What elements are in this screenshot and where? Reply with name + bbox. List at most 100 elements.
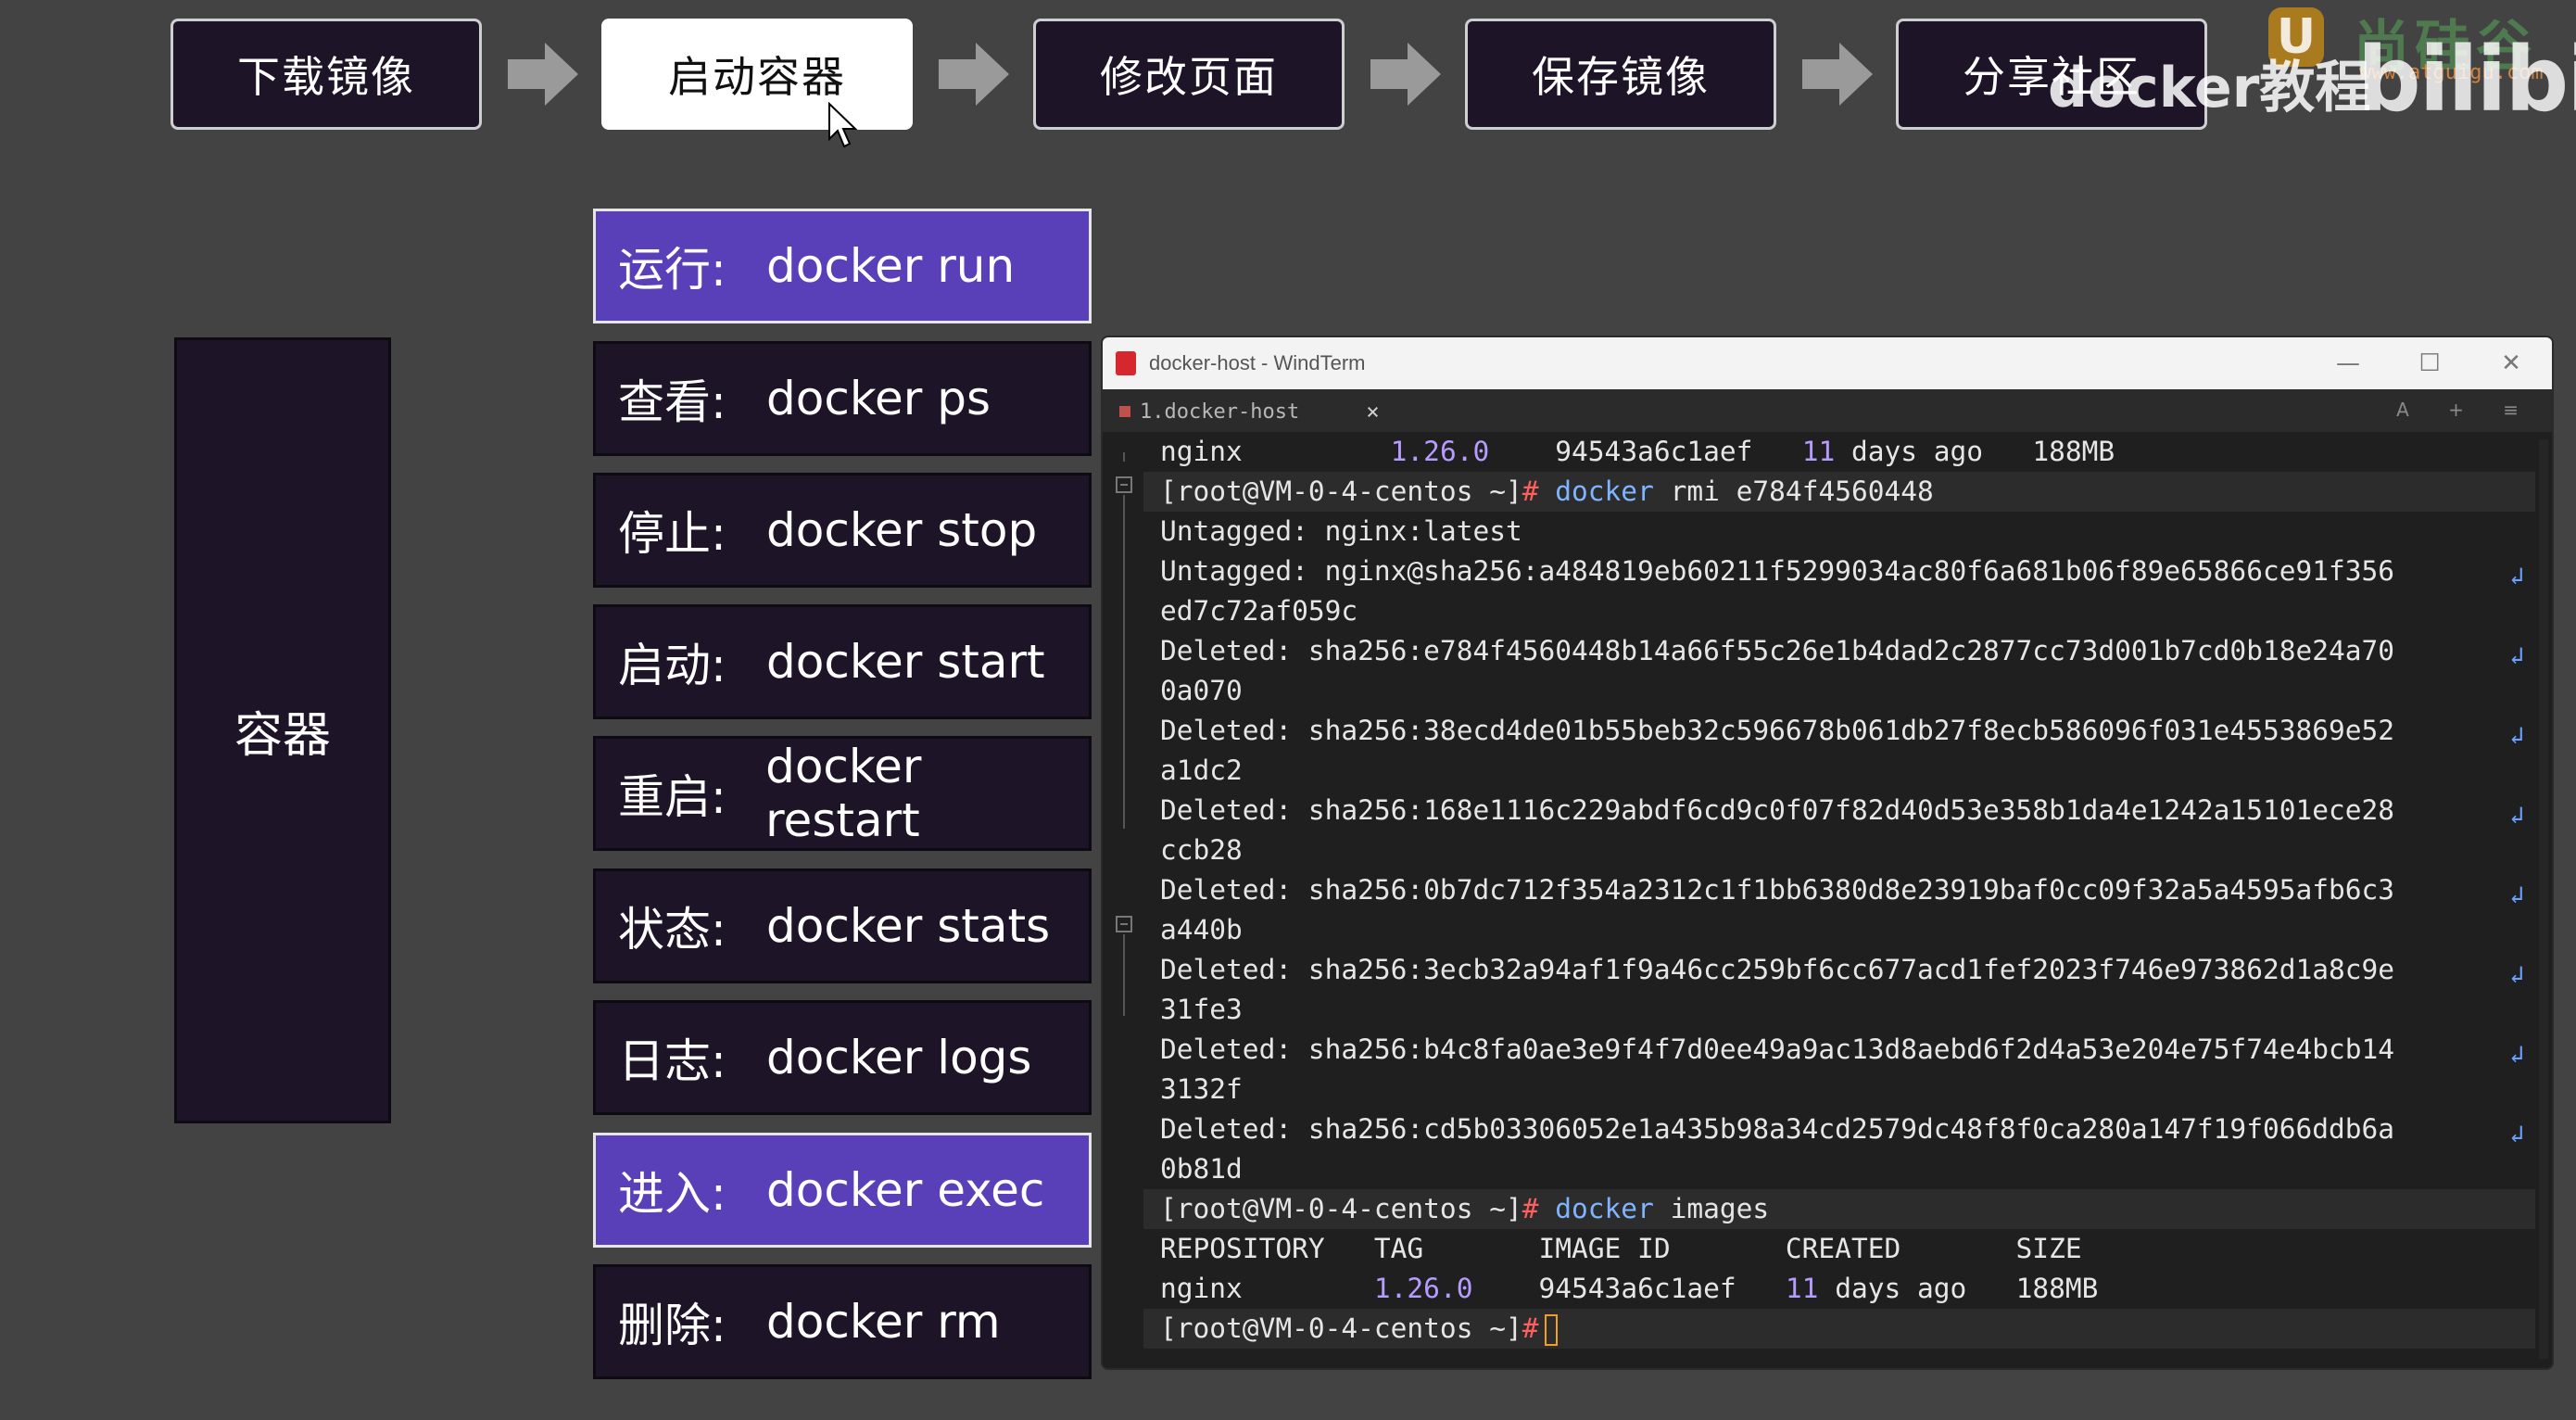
command-name: docker xyxy=(1555,475,1654,507)
command-item[interactable]: 重启: docker restart xyxy=(593,736,1092,851)
prompt-hash: # xyxy=(1522,1312,1539,1344)
output-text: 11 xyxy=(1801,436,1836,467)
terminal-line: Deleted: sha256:e784f4560448b14a66f55c26… xyxy=(1160,631,2530,671)
tab-docker-host[interactable]: 1.docker-host × xyxy=(1119,395,1380,428)
command-code: docker logs xyxy=(766,1031,1032,1084)
terminal-line: Deleted: sha256:cd5b03306052e1a435b98a34… xyxy=(1160,1109,2530,1149)
command-label: 重启: xyxy=(618,770,726,824)
command-code: docker stop xyxy=(766,503,1038,557)
vertical-scrollbar[interactable] xyxy=(2539,439,2548,1359)
terminal-line: 0a070 xyxy=(1160,671,2530,711)
arrow-right-icon xyxy=(939,43,1009,106)
container-label: 容器 xyxy=(234,707,331,764)
command-label: 进入: xyxy=(618,1167,726,1221)
output-text: 3132f xyxy=(1160,1073,1243,1105)
terminal-line: [root@VM-0-4-centos ~]# docker images xyxy=(1143,1189,2535,1229)
windterm-app-icon xyxy=(1116,351,1136,375)
terminal-line: Untagged: nginx@sha256:a484819eb60211f52… xyxy=(1160,552,2530,591)
terminal-line: ed7c72af059c xyxy=(1160,591,2530,631)
output-text: ed7c72af059c xyxy=(1160,595,1358,627)
command-code: docker rm xyxy=(766,1295,1001,1349)
terminal-line: ccb28 xyxy=(1160,830,2530,870)
terminal-line: [root@VM-0-4-centos ~]# xyxy=(1143,1309,2535,1349)
terminal-line: Deleted: sha256:3ecb32a94af1f9a46cc259bf… xyxy=(1160,950,2530,990)
step-start-container[interactable]: 启动容器 xyxy=(601,19,913,130)
tab-close-icon[interactable]: × xyxy=(1366,399,1379,425)
command-item[interactable]: 状态: docker stats xyxy=(593,868,1092,983)
bilibili-logo: bilibili xyxy=(2357,28,2576,132)
terminal-line: [root@VM-0-4-centos ~]# docker rmi e784f… xyxy=(1143,472,2535,512)
output-text: REPOSITORY TAG IMAGE ID CREATED SIZE xyxy=(1160,1233,2082,1264)
command-label: 启动: xyxy=(618,639,726,692)
command-item[interactable]: 启动: docker start xyxy=(593,604,1092,719)
command-item[interactable]: 运行: docker run xyxy=(593,209,1092,323)
command-label: 删除: xyxy=(618,1299,726,1352)
output-text: days ago 188MB xyxy=(1818,1273,2099,1304)
output-text: Deleted: sha256:cd5b03306052e1a435b98a34… xyxy=(1160,1113,2395,1145)
command-item[interactable]: 删除: docker rm xyxy=(593,1264,1092,1379)
window-titlebar: docker-host - WindTerm — ☐ ✕ xyxy=(1103,337,2552,389)
terminal-line: 3132f xyxy=(1160,1070,2530,1109)
tab-tools[interactable]: A + ≡ xyxy=(2396,399,2535,421)
output-text: a1dc2 xyxy=(1160,754,1243,786)
command-label: 停止: xyxy=(618,507,726,561)
output-text: nginx xyxy=(1160,436,1391,467)
output-text: 0b81d xyxy=(1160,1153,1243,1185)
output-text: Deleted: sha256:b4c8fa0ae3e9f4f7d0ee49a9… xyxy=(1160,1033,2395,1065)
output-text: nginx xyxy=(1160,1273,1374,1304)
terminal-line: Deleted: sha256:b4c8fa0ae3e9f4f7d0ee49a9… xyxy=(1160,1030,2530,1070)
arrow-right-icon xyxy=(1802,43,1873,106)
command-name: docker xyxy=(1555,1193,1654,1224)
prompt-hash: # xyxy=(1522,475,1539,507)
close-button[interactable]: ✕ xyxy=(2470,337,2552,389)
terminal-line: nginx 1.26.0 94543a6c1aef 11 days ago 18… xyxy=(1160,432,2530,472)
fold-toggle-icon[interactable] xyxy=(1116,476,1132,493)
output-text: 0a070 xyxy=(1160,675,1243,706)
terminal-line: 0b81d xyxy=(1160,1149,2530,1189)
output-text: Deleted: sha256:168e1116c229abdf6cd9c0f0… xyxy=(1160,794,2395,826)
step-download-image[interactable]: 下载镜像 xyxy=(170,19,482,130)
fold-gutter xyxy=(1103,432,1143,1368)
command-label: 状态: xyxy=(618,903,726,957)
prompt-hash: # xyxy=(1522,1193,1539,1224)
session-icon xyxy=(1119,406,1130,417)
terminal-line: nginx 1.26.0 94543a6c1aef 11 days ago 18… xyxy=(1160,1269,2530,1309)
terminal-line: 31fe3 xyxy=(1160,990,2530,1030)
command-code: docker exec xyxy=(766,1163,1045,1217)
command-item[interactable]: 查看: docker ps xyxy=(593,341,1092,456)
minimize-button[interactable]: — xyxy=(2307,337,2389,389)
command-item[interactable]: 停止: docker stop xyxy=(593,473,1092,588)
output-text: Deleted: sha256:e784f4560448b14a66f55c26… xyxy=(1160,635,2395,666)
terminal-line: Untagged: nginx:latest xyxy=(1160,512,2530,552)
output-text: ccb28 xyxy=(1160,834,1243,866)
command-label: 查看: xyxy=(618,375,726,429)
output-text: Untagged: nginx:latest xyxy=(1160,515,1522,547)
terminal-line: a1dc2 xyxy=(1160,751,2530,791)
output-text: Untagged: nginx@sha256:a484819eb60211f52… xyxy=(1160,555,2395,587)
command-code: docker start xyxy=(766,635,1045,689)
output-text: Deleted: sha256:0b7dc712f354a2312c1f1bb6… xyxy=(1160,874,2395,906)
prompt-text: [root@VM-0-4-centos ~] xyxy=(1160,1193,1522,1224)
terminal-output[interactable]: nginx 1.26.0 94543a6c1aef 11 days ago 18… xyxy=(1143,432,2535,1349)
arrow-right-icon xyxy=(1370,43,1441,106)
terminal-line: Deleted: sha256:38ecd4de01b55beb32c59667… xyxy=(1160,711,2530,751)
step-save-image[interactable]: 保存镜像 xyxy=(1465,19,1776,130)
command-code: docker restart xyxy=(765,740,922,847)
output-text: 94543a6c1aef xyxy=(1489,436,1802,467)
arrow-right-icon xyxy=(508,43,578,106)
command-code: docker stats xyxy=(766,899,1051,953)
output-text: 1.26.0 xyxy=(1373,1273,1473,1304)
maximize-button[interactable]: ☐ xyxy=(2389,337,2470,389)
fold-toggle-icon[interactable] xyxy=(1116,916,1132,932)
text-cursor xyxy=(1544,1313,1558,1346)
output-text: a440b xyxy=(1160,914,1243,945)
output-text: 94543a6c1aef xyxy=(1472,1273,1786,1304)
command-item[interactable]: 进入: docker exec xyxy=(593,1133,1092,1248)
command-item[interactable]: 日志: docker logs xyxy=(593,1000,1092,1115)
output-text: days ago 188MB xyxy=(1835,436,2115,467)
step-modify-page[interactable]: 修改页面 xyxy=(1033,19,1345,130)
prompt-text: [root@VM-0-4-centos ~] xyxy=(1160,1312,1522,1344)
fold-line xyxy=(1123,495,1125,829)
prompt-text: [root@VM-0-4-centos ~] xyxy=(1160,475,1522,507)
command-label: 运行: xyxy=(618,243,726,297)
